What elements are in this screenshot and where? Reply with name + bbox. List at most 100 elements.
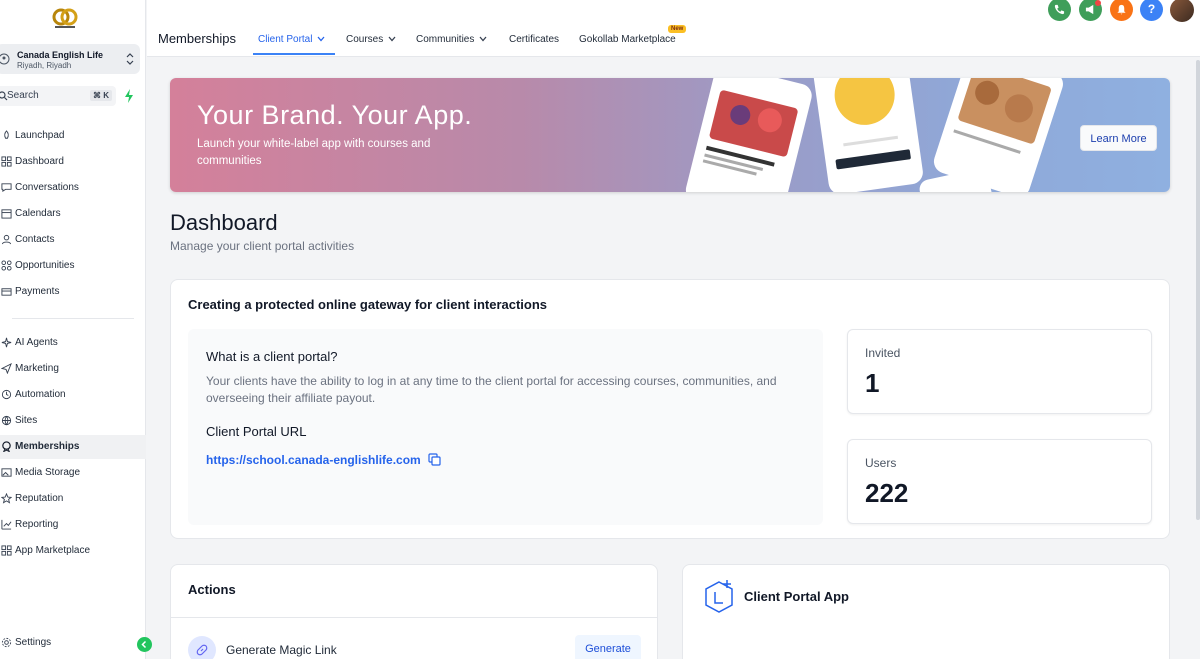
tab-label: Courses — [346, 34, 384, 45]
card-title: Creating a protected online gateway for … — [188, 297, 548, 312]
sidebar-item-ai-agents[interactable]: AI Agents — [0, 331, 146, 355]
sidebar-item-launchpad[interactable]: Launchpad — [0, 124, 146, 148]
action-label: Generate Magic Link — [226, 643, 337, 657]
stat-invited: Invited 1 — [847, 329, 1152, 414]
globe-icon — [1, 415, 12, 426]
megaphone-icon — [1085, 4, 1094, 15]
sidebar-item-label: App Marketplace — [15, 545, 91, 556]
chevron-down-icon — [479, 36, 487, 42]
sidebar-item-label: Automation — [15, 389, 66, 400]
sidebar-item-marketing[interactable]: Marketing — [0, 357, 146, 381]
phone-icon — [1054, 4, 1065, 15]
client-portal-app-card: Client Portal App — [682, 564, 1170, 659]
page-subtitle: Manage your client portal activities — [170, 239, 355, 253]
tab-gokollab-marketplace[interactable]: Gokollab Marketplace — [579, 34, 676, 45]
question-icon: ? — [1147, 2, 1156, 16]
active-tab-indicator — [253, 53, 335, 55]
sidebar-item-reporting[interactable]: Reporting — [0, 513, 146, 537]
tab-certificates[interactable]: Certificates — [509, 34, 559, 45]
info-description: Your clients have the ability to log in … — [206, 374, 777, 405]
sidebar-item-calendars[interactable]: Calendars — [0, 202, 146, 226]
banner-title: Your Brand. Your App. — [197, 100, 473, 130]
card-title: Client Portal App — [744, 589, 849, 604]
tab-courses[interactable]: Courses — [346, 34, 396, 45]
sidebar-item-sites[interactable]: Sites — [0, 409, 146, 433]
sidebar-item-label: Settings — [15, 637, 52, 648]
learn-more-button[interactable]: Learn More — [1080, 125, 1157, 151]
search-shortcut: ⌘ K — [90, 90, 112, 101]
sidebar-item-reputation[interactable]: Reputation — [0, 487, 146, 511]
mobile-app-icon — [705, 580, 733, 613]
sidebar-item-label: Reporting — [15, 519, 59, 530]
client-portal-card: Creating a protected online gateway for … — [170, 279, 1170, 539]
link-icon — [196, 644, 208, 656]
divider — [171, 617, 657, 618]
tab-client-portal[interactable]: Client Portal — [258, 34, 325, 45]
sidebar-item-label: Conversations — [15, 182, 79, 193]
stat-label: Invited — [865, 346, 901, 360]
sidebar-item-opportunities[interactable]: Opportunities — [0, 254, 146, 278]
search-placeholder: Search — [7, 90, 39, 101]
sidebar-item-contacts[interactable]: Contacts — [0, 228, 146, 252]
sidebar-item-automation[interactable]: Automation — [0, 383, 146, 407]
sidebar-item-dashboard[interactable]: Dashboard — [0, 150, 146, 174]
sidebar-item-payments[interactable]: Payments — [0, 280, 146, 304]
sidebar-divider — [12, 318, 134, 319]
collapse-sidebar-button[interactable] — [137, 637, 152, 652]
sidebar-item-settings[interactable]: Settings — [0, 632, 146, 654]
location-icon — [0, 53, 10, 65]
sidebar-item-label: Opportunities — [15, 260, 75, 271]
tab-label: Gokollab Marketplace — [579, 34, 676, 45]
stat-value: 1 — [865, 368, 880, 398]
scrollbar[interactable] — [1196, 60, 1200, 520]
account-location: Riyadh, Riyadh — [17, 61, 72, 70]
sidebar: Canada English Life Riyadh, Riyadh Searc… — [0, 0, 152, 659]
dashboard-icon — [1, 156, 12, 167]
grid-icon — [1, 545, 12, 556]
client-portal-info: What is a client portal? Your clients ha… — [188, 329, 823, 525]
generate-button[interactable]: Generate — [575, 635, 641, 659]
account-switcher[interactable]: Canada English Life Riyadh, Riyadh — [0, 44, 140, 74]
url-label: Client Portal URL — [206, 424, 307, 439]
banner-subtitle: Launch your white-label app with courses… — [197, 138, 431, 167]
sidebar-item-label: Media Storage — [15, 467, 81, 478]
client-portal-url-link[interactable]: https://school.canada-englishlife.com — [206, 453, 421, 467]
promo-banner: Your Brand. Your App. Launch your white-… — [170, 78, 1170, 192]
stat-label: Users — [865, 456, 897, 470]
sidebar-item-label: Memberships — [15, 441, 80, 452]
sidebar-item-app-marketplace[interactable]: App Marketplace — [0, 539, 146, 563]
new-badge: New — [668, 25, 687, 33]
opportunities-icon — [1, 260, 12, 271]
sparkle-icon — [1, 337, 12, 348]
stat-value: 222 — [865, 478, 909, 508]
stat-users: Users 222 — [847, 439, 1152, 524]
sidebar-item-conversations[interactable]: Conversations — [0, 176, 146, 200]
automation-icon — [1, 389, 12, 400]
app-preview-illustration — [685, 78, 1063, 192]
memberships-icon — [2, 441, 11, 452]
sidebar-item-label: Reputation — [15, 493, 64, 504]
search-input[interactable]: Search ⌘ K — [0, 86, 116, 106]
logo-icon[interactable] — [52, 8, 78, 30]
copy-icon[interactable] — [428, 453, 441, 466]
payments-icon — [1, 288, 12, 296]
bolt-icon[interactable] — [122, 88, 136, 104]
gear-icon — [1, 637, 12, 648]
bell-icon — [1117, 4, 1126, 15]
tab-communities[interactable]: Communities — [416, 34, 487, 45]
card-title: Actions — [188, 582, 236, 597]
image-icon — [1, 468, 12, 477]
chart-icon — [1, 519, 12, 530]
chevron-left-icon — [141, 640, 147, 649]
sidebar-item-memberships[interactable]: Memberships — [0, 435, 146, 459]
sidebar-item-label: Marketing — [15, 363, 59, 374]
notification-dot — [1095, 0, 1101, 6]
chevron-updown-icon — [126, 53, 134, 65]
sidebar-item-label: Calendars — [15, 208, 61, 219]
sidebar-item-media-storage[interactable]: Media Storage — [0, 461, 146, 485]
page-section-title: Memberships — [158, 31, 237, 46]
rocket-icon — [4, 130, 9, 139]
contacts-icon — [1, 234, 12, 245]
sidebar-item-label: Dashboard — [15, 156, 64, 167]
star-icon — [1, 493, 12, 504]
